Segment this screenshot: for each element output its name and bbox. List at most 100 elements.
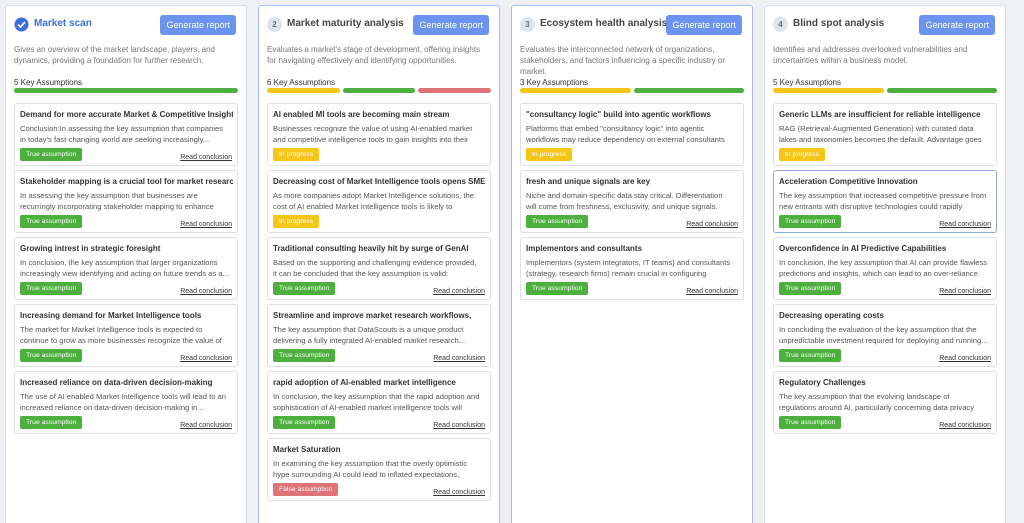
column-description: Evaluates the interconnected network of …	[520, 45, 725, 76]
status-badge: False assumption	[273, 483, 339, 496]
assumption-card[interactable]: rapid adoption of AI-enabled market inte…	[267, 371, 491, 434]
step-number-badge: 2	[267, 17, 282, 32]
column-market-maturity: 2 Market maturity analysis Generate repo…	[258, 5, 500, 523]
assumption-conclusion: The key assumption that DataScouts is a …	[273, 325, 466, 345]
status-badge: True assumption	[779, 282, 842, 295]
generate-report-button[interactable]: Generate report	[413, 15, 489, 35]
read-conclusion-link[interactable]: Read conclusion	[180, 154, 232, 161]
assumption-conclusion: Implementors (system integrators, IT tea…	[526, 258, 731, 278]
progress-segment-yellow	[267, 88, 340, 93]
read-conclusion-link[interactable]: Read conclusion	[939, 422, 991, 429]
generate-report-button[interactable]: Generate report	[160, 15, 236, 35]
column-title: Ecosystem health analysis	[540, 18, 668, 29]
assumption-conclusion: In assessing the key assumption that bus…	[20, 191, 214, 211]
assumption-conclusion: RAG (Retrieval-Augmented Generation) wit…	[779, 124, 982, 144]
assumption-card[interactable]: Stakeholder mapping is a crucial tool fo…	[14, 170, 238, 233]
assumption-title: "consultancy logic" build into agentic w…	[526, 110, 711, 119]
assumption-title: Overconfidence in AI Predictive Capabili…	[779, 244, 947, 253]
assumption-count: 6 Key Assumptions	[267, 78, 336, 87]
status-badge: In progress	[273, 215, 320, 228]
assumption-title: Market Saturation	[273, 445, 341, 454]
progress-segment-green	[342, 88, 416, 93]
assumption-title: Stakeholder mapping is a crucial tool fo…	[20, 177, 233, 186]
assumption-title: Implementors and consultants	[526, 244, 643, 253]
assumption-card[interactable]: Decreasing cost of Market Intelligence t…	[267, 170, 491, 233]
assumption-card[interactable]: Increased reliance on data-driven decisi…	[14, 371, 238, 434]
assumption-title: Decreasing cost of Market Intelligence t…	[273, 177, 486, 186]
generate-report-button[interactable]: Generate report	[919, 15, 995, 35]
assumption-title: Growing intrest in strategic foresight	[20, 244, 161, 253]
assumption-conclusion: The use of AI enabled Market Intelligenc…	[20, 392, 226, 412]
assumption-conclusion: Platforms that embed "consultancy logic"…	[526, 124, 725, 144]
status-badge: True assumption	[273, 416, 336, 429]
assumption-title: rapid adoption of AI-enabled market inte…	[273, 378, 456, 387]
assumption-conclusion: Businesses recognize the value of using …	[273, 124, 473, 144]
assumption-title: AI enabled MI tools are becoming main st…	[273, 110, 450, 119]
check-circle-icon	[14, 17, 29, 32]
status-badge: True assumption	[526, 282, 589, 295]
assumption-title: Acceleration Competitive Innovation	[779, 177, 918, 186]
assumption-conclusion: Based on the supporting and challenging …	[273, 258, 477, 278]
read-conclusion-link[interactable]: Read conclusion	[433, 422, 485, 429]
assumption-count: 3 Key Assumptions	[520, 78, 589, 87]
assumption-card[interactable]: "consultancy logic" build into agentic w…	[520, 103, 744, 166]
assumption-conclusion: Conclusion:In assessing the key assumpti…	[20, 124, 224, 144]
step-number-badge: 3	[520, 17, 535, 32]
read-conclusion-link[interactable]: Read conclusion	[433, 288, 485, 295]
status-badge: In progress	[526, 148, 573, 161]
assumption-card[interactable]: Decreasing operating costs In concluding …	[773, 304, 997, 367]
read-conclusion-link[interactable]: Read conclusion	[180, 288, 232, 295]
assumption-card[interactable]: Growing intrest in strategic foresight In…	[14, 237, 238, 300]
column-header: Market scan Generate report	[14, 15, 238, 37]
read-conclusion-link[interactable]: Read conclusion	[939, 288, 991, 295]
assumption-title: Decreasing operating costs	[779, 311, 884, 320]
status-progress-bar	[14, 88, 238, 93]
read-conclusion-link[interactable]: Read conclusion	[180, 422, 232, 429]
column-title: Market scan	[34, 18, 92, 29]
status-progress-bar	[520, 88, 744, 93]
progress-segment-green	[633, 88, 744, 93]
status-badge: True assumption	[779, 416, 842, 429]
read-conclusion-link[interactable]: Read conclusion	[433, 355, 485, 362]
status-badge: True assumption	[20, 215, 83, 228]
assumption-card[interactable]: Overconfidence in AI Predictive Capabili…	[773, 237, 997, 300]
assumption-conclusion: In conclusion, the key assumption that A…	[779, 258, 988, 278]
read-conclusion-link[interactable]: Read conclusion	[939, 355, 991, 362]
read-conclusion-link[interactable]: Read conclusion	[686, 288, 738, 295]
assumption-title: Demand for more accurate Market & Compet…	[20, 110, 233, 119]
assumption-conclusion: In examining the key assumption that the…	[273, 459, 468, 479]
progress-segment-red	[418, 88, 492, 93]
read-conclusion-link[interactable]: Read conclusion	[180, 221, 232, 228]
progress-segment-yellow	[773, 88, 884, 93]
assumption-card[interactable]: Market Saturation In examining the key as…	[267, 438, 491, 501]
column-market-scan: Market scan Generate report Gives an ove…	[5, 5, 247, 523]
column-title: Blind spot analysis	[793, 18, 885, 29]
assumption-card[interactable]: Implementors and consultants Implementors…	[520, 237, 744, 300]
generate-report-button[interactable]: Generate report	[666, 15, 742, 35]
assumption-conclusion: In conclusion, the key assumption that l…	[20, 258, 229, 278]
assumption-conclusion: The key assumption that increased compet…	[779, 191, 987, 211]
assumption-card[interactable]: Regulatory Challenges The key assumption …	[773, 371, 997, 434]
status-badge: In progress	[273, 148, 320, 161]
status-badge: True assumption	[20, 148, 83, 161]
assumption-title: Generic LLMs are insufficient for reliab…	[779, 110, 981, 119]
read-conclusion-link[interactable]: Read conclusion	[939, 221, 991, 228]
assumption-conclusion: The key assumption that the evolving lan…	[779, 392, 975, 412]
assumption-conclusion: In concluding the evaluation of the key …	[779, 325, 988, 345]
assumption-card[interactable]: Streamline and improve market research w…	[267, 304, 491, 367]
card-list: "consultancy logic" build into agentic w…	[520, 103, 744, 304]
assumption-card[interactable]: fresh and unique signals are key Niche an…	[520, 170, 744, 233]
assumption-card[interactable]: AI enabled MI tools are becoming main st…	[267, 103, 491, 166]
assumption-card[interactable]: Traditional consulting heavily hit by su…	[267, 237, 491, 300]
read-conclusion-link[interactable]: Read conclusion	[180, 355, 232, 362]
assumption-card[interactable]: Increasing demand for Market Intelligenc…	[14, 304, 238, 367]
read-conclusion-link[interactable]: Read conclusion	[433, 489, 485, 496]
assumption-card[interactable]: Acceleration Competitive Innovation The k…	[773, 170, 997, 233]
status-badge: True assumption	[273, 349, 336, 362]
assumption-count: 5 Key Assumptions	[773, 78, 842, 87]
assumption-card[interactable]: Demand for more accurate Market & Compet…	[14, 103, 238, 166]
column-ecosystem-health: 3 Ecosystem health analysis Generate rep…	[511, 5, 753, 523]
read-conclusion-link[interactable]: Read conclusion	[686, 221, 738, 228]
assumption-title: fresh and unique signals are key	[526, 177, 651, 186]
assumption-card[interactable]: Generic LLMs are insufficient for reliab…	[773, 103, 997, 166]
